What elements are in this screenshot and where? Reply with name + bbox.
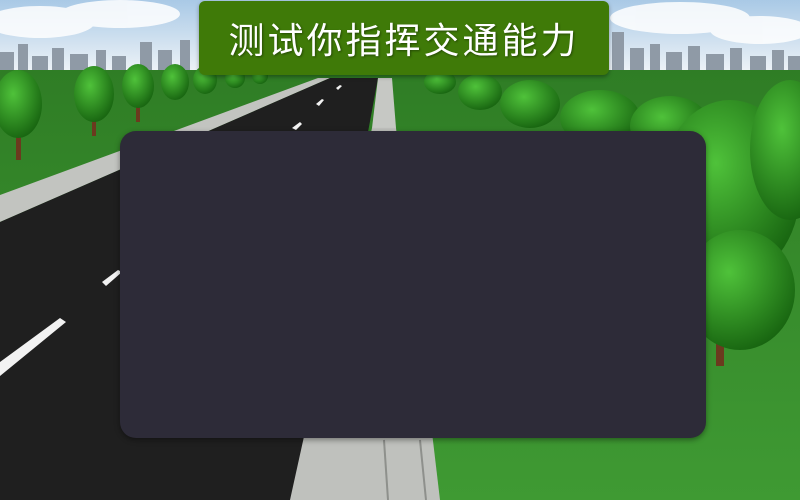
dialog-panel	[120, 131, 706, 438]
title-banner: 测试你指挥交通能力	[199, 1, 609, 75]
page-title: 测试你指挥交通能力	[228, 21, 580, 62]
